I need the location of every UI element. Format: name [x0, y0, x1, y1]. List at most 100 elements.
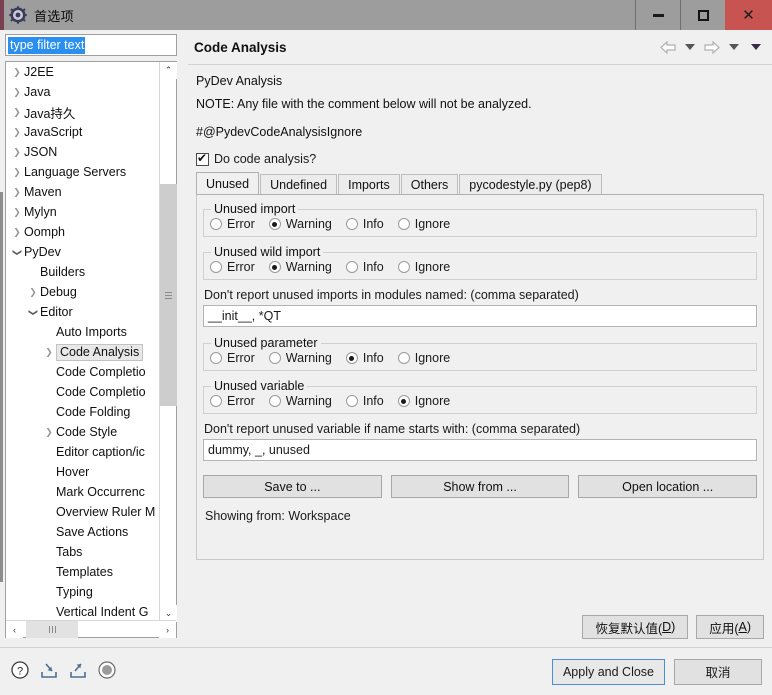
restore-defaults-button[interactable]: 恢复默认值(D)	[582, 615, 689, 639]
import-icon[interactable]	[39, 660, 59, 683]
chevron-right-icon[interactable]: ❯	[10, 207, 24, 217]
sidebar-item-mark-occurrenc[interactable]: Mark Occurrenc	[6, 482, 159, 502]
search-input[interactable]: type filter text	[5, 34, 177, 56]
sidebar-item-overview-ruler-m[interactable]: Overview Ruler M	[6, 502, 159, 522]
radio-info[interactable]: Info	[345, 260, 384, 274]
tree-items-container[interactable]: ❯ J2EE ❯ Java ❯ Java持久 ❯ JavaScript ❯ JSON ❯ Langua…	[6, 62, 159, 622]
chevron-down-icon[interactable]: ❯	[13, 245, 23, 259]
apply-button[interactable]: 应用(A)	[696, 615, 764, 639]
variable-input[interactable]: dummy, _, unused	[203, 439, 757, 461]
sidebar-item-tabs[interactable]: Tabs	[6, 542, 159, 562]
tab-pycodestyle-py-pep8[interactable]: pycodestyle.py (pep8)	[459, 174, 602, 194]
sidebar-item-editor[interactable]: ❯ Editor	[6, 302, 159, 322]
radio-ignore[interactable]: Ignore	[397, 394, 450, 408]
radio-ignore[interactable]: Ignore	[397, 351, 450, 365]
do-code-analysis-checkbox[interactable]: Do code analysis?	[188, 148, 772, 172]
chevron-right-icon[interactable]: ❯	[10, 67, 24, 77]
radio-info[interactable]: Info	[345, 351, 384, 365]
modules-input[interactable]: __init__, *QT	[203, 305, 757, 327]
radio-label: Error	[227, 217, 255, 231]
sidebar-item-save-actions[interactable]: Save Actions	[6, 522, 159, 542]
chevron-right-icon[interactable]: ❯	[42, 347, 56, 357]
forward-menu-chevron-down-icon[interactable]	[724, 38, 744, 56]
help-icon[interactable]: ?	[10, 660, 30, 683]
sidebar-item-builders[interactable]: Builders	[6, 262, 159, 282]
sidebar-item-javascript[interactable]: ❯ JavaScript	[6, 122, 159, 142]
sidebar-item-j2ee[interactable]: ❯ J2EE	[6, 62, 159, 82]
apply-and-close-button[interactable]: Apply and Close	[551, 658, 665, 685]
chevron-right-icon[interactable]: ❯	[42, 427, 56, 437]
chevron-right-icon[interactable]: ❯	[10, 147, 24, 157]
chevron-right-icon[interactable]: ❯	[10, 127, 24, 137]
scroll-right-icon[interactable]: ›	[159, 621, 176, 638]
export-icon[interactable]	[68, 660, 88, 683]
close-button[interactable]: ✕	[725, 0, 772, 30]
chevron-right-icon[interactable]: ❯	[10, 107, 24, 117]
radio-error[interactable]: Error	[210, 217, 255, 231]
forward-arrow-icon[interactable]	[702, 38, 722, 56]
sidebar-item-pydev[interactable]: ❯ PyDev	[6, 242, 159, 262]
save-to-button[interactable]: Save to ...	[203, 475, 382, 498]
minimize-button[interactable]	[635, 0, 680, 30]
radio-info[interactable]: Info	[345, 217, 384, 231]
radio-warning[interactable]: Warning	[268, 351, 332, 365]
sidebar-item-code-style[interactable]: ❯ Code Style	[6, 422, 159, 442]
sidebar-item-mylyn[interactable]: ❯ Mylyn	[6, 202, 159, 222]
chevron-right-icon[interactable]: ❯	[10, 87, 24, 97]
horizontal-scroll-thumb[interactable]	[26, 621, 78, 638]
radio-info[interactable]: Info	[345, 394, 384, 408]
sidebar-item-oomph[interactable]: ❯ Oomph	[6, 222, 159, 242]
sidebar-item-code-completio[interactable]: Code Completio	[6, 382, 159, 402]
sidebar-item-code-analysis[interactable]: ❯ Code Analysis	[6, 342, 159, 362]
sidebar-item-json[interactable]: ❯ JSON	[6, 142, 159, 162]
radio-warning[interactable]: Warning	[268, 260, 332, 274]
analysis-tabs[interactable]: Unused Undefined Imports Others pycodestyle.…	[188, 172, 772, 194]
radio-warning[interactable]: Warning	[268, 217, 332, 231]
radio-group-unused-import[interactable]: Error Warning Info Ignore	[210, 216, 750, 231]
scroll-left-icon[interactable]: ‹	[6, 621, 23, 638]
chevron-right-icon[interactable]: ❯	[10, 227, 24, 237]
radio-group-unused-variable[interactable]: Error Warning Info Ignore	[210, 393, 750, 408]
sidebar-item-templates[interactable]: Templates	[6, 562, 159, 582]
record-icon[interactable]	[97, 660, 117, 683]
radio-error[interactable]: Error	[210, 260, 255, 274]
radio-error[interactable]: Error	[210, 351, 255, 365]
scroll-up-icon[interactable]: ⌃	[160, 62, 177, 79]
chevron-right-icon[interactable]: ❯	[10, 167, 24, 177]
chevron-right-icon[interactable]: ❯	[10, 187, 24, 197]
sidebar-item-hover[interactable]: Hover	[6, 462, 159, 482]
radio-error[interactable]: Error	[210, 394, 255, 408]
sidebar-item-code-folding[interactable]: Code Folding	[6, 402, 159, 422]
sidebar-item-auto-imports[interactable]: Auto Imports	[6, 322, 159, 342]
radio-ignore[interactable]: Ignore	[397, 260, 450, 274]
show-from-button[interactable]: Show from ...	[390, 475, 570, 498]
chevron-down-icon[interactable]: ❯	[29, 305, 39, 319]
sidebar-item-java[interactable]: ❯ Java	[6, 82, 159, 102]
radio-warning[interactable]: Warning	[268, 394, 332, 408]
sidebar-item-editor-caption-ic[interactable]: Editor caption/ic	[6, 442, 159, 462]
view-menu-chevron-down-icon[interactable]	[746, 38, 766, 56]
sidebar-item-maven[interactable]: ❯ Maven	[6, 182, 159, 202]
radio-group-unused-parameter[interactable]: Error Warning Info Ignore	[210, 350, 750, 365]
back-menu-chevron-down-icon[interactable]	[680, 38, 700, 56]
tab-unused[interactable]: Unused	[196, 172, 260, 194]
tab-imports[interactable]: Imports	[338, 174, 400, 194]
chevron-right-icon[interactable]: ❯	[26, 287, 40, 297]
sidebar-item-code-completio[interactable]: Code Completio	[6, 362, 159, 382]
sidebar-item-language-servers[interactable]: ❯ Language Servers	[6, 162, 159, 182]
tree-vertical-scrollbar[interactable]: ⌃ ⌄	[159, 62, 177, 622]
cancel-button[interactable]: 取消	[674, 658, 762, 685]
open-location-button[interactable]: Open location ...	[578, 475, 758, 498]
tab-undefined[interactable]: Undefined	[260, 174, 338, 194]
sidebar-item-vertical-indent-g[interactable]: Vertical Indent G	[6, 602, 159, 622]
sidebar-item-java[interactable]: ❯ Java持久	[6, 102, 159, 122]
tab-others[interactable]: Others	[400, 174, 459, 194]
vertical-scroll-thumb[interactable]	[160, 184, 177, 406]
maximize-button[interactable]	[680, 0, 725, 30]
sidebar-item-debug[interactable]: ❯ Debug	[6, 282, 159, 302]
tree-horizontal-scrollbar[interactable]: ‹ ›	[6, 620, 176, 638]
sidebar-item-typing[interactable]: Typing	[6, 582, 159, 602]
back-arrow-icon[interactable]	[658, 38, 678, 56]
radio-ignore[interactable]: Ignore	[397, 217, 450, 231]
radio-group-unused-wild-import[interactable]: Error Warning Info Ignore	[210, 259, 750, 274]
